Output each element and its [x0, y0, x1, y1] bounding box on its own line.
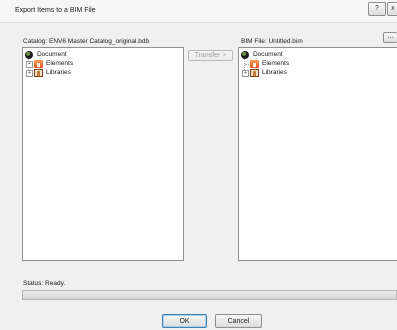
tree-item-elements[interactable]: Elements: [241, 60, 391, 68]
window-title: Export Items to a BIM File: [15, 7, 96, 14]
tree-item-libraries[interactable]: + Libraries: [25, 69, 175, 77]
expand-icon[interactable]: +: [242, 70, 249, 77]
transfer-button[interactable]: Transfer >: [188, 50, 233, 61]
tree-item-label: Document: [37, 51, 67, 58]
export-dialog: Export Items to a BIM File ? x Catalog: …: [0, 0, 397, 330]
expand-icon[interactable]: +: [26, 70, 33, 77]
tree-item-document[interactable]: Document: [25, 51, 175, 59]
tree-item-label: Elements: [46, 60, 74, 67]
status-text: Status: Ready.: [23, 280, 66, 287]
tree-item-libraries[interactable]: + Libraries: [241, 69, 391, 77]
expand-icon[interactable]: +: [26, 61, 33, 68]
tree-item-label: Elements: [262, 60, 290, 67]
document-icon: [25, 51, 33, 59]
catalog-label: Catalog: ENV6 Master Catalog_original.bd…: [23, 38, 150, 45]
catalog-tree[interactable]: Document + Elements + Libraries: [22, 47, 184, 261]
progress-bar: [22, 290, 397, 300]
libraries-icon: [250, 69, 259, 77]
elements-icon: [250, 60, 259, 68]
cancel-button[interactable]: Cancel: [215, 314, 262, 328]
elements-icon: [34, 60, 43, 68]
title-bar: Export Items to a BIM File ? x: [0, 0, 397, 23]
tree-item-label: Document: [253, 51, 283, 58]
tree-item-document[interactable]: Document: [241, 51, 391, 59]
document-icon: [241, 51, 249, 59]
browse-button[interactable]: ...: [383, 32, 397, 43]
bim-file-label: BIM File: Untitled.bim: [241, 38, 303, 45]
close-button[interactable]: x: [387, 2, 397, 16]
tree-item-label: Libraries: [46, 69, 71, 76]
bim-file-tree[interactable]: Document Elements + Libraries: [238, 47, 397, 261]
tree-item-label: Libraries: [262, 69, 287, 76]
help-button[interactable]: ?: [368, 2, 386, 16]
ok-button[interactable]: OK: [162, 314, 207, 328]
libraries-icon: [34, 69, 43, 77]
tree-item-elements[interactable]: + Elements: [25, 60, 175, 68]
